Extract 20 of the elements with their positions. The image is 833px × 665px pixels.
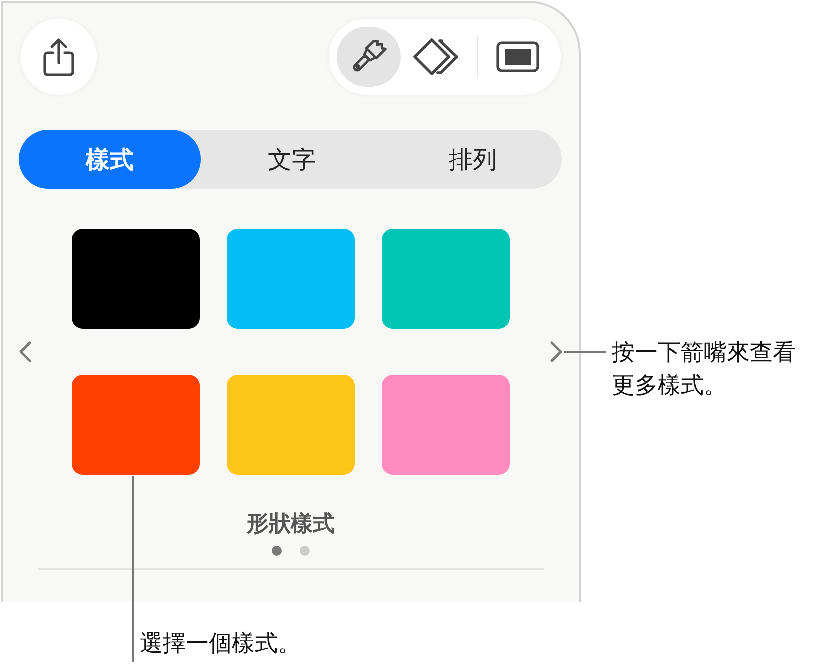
tab[interactable]: 排列 <box>382 130 564 189</box>
style-swatch[interactable] <box>72 375 200 475</box>
callout-text: 選擇一個樣式。 <box>140 629 301 658</box>
page-dot-icon[interactable] <box>300 546 310 556</box>
carousel-title: 形狀樣式 <box>247 510 335 538</box>
display-icon <box>496 41 540 73</box>
callout-text: 按一下箭嘴來查看更多樣式。 <box>612 338 797 400</box>
share-icon <box>43 37 75 77</box>
chevron-right-icon[interactable] <box>550 341 564 363</box>
style-swatch[interactable] <box>72 229 200 329</box>
chevron-left-icon[interactable] <box>18 341 32 363</box>
tab[interactable]: 文字 <box>201 130 383 189</box>
tab[interactable]: 樣式 <box>19 130 201 189</box>
style-swatch[interactable] <box>382 229 510 329</box>
brush-tool-button[interactable] <box>337 27 401 87</box>
page-dot-icon[interactable] <box>272 546 282 556</box>
style-swatch[interactable] <box>382 375 510 475</box>
style-swatch[interactable] <box>227 229 355 329</box>
leader-line <box>564 351 606 353</box>
style-swatch[interactable] <box>227 375 355 475</box>
